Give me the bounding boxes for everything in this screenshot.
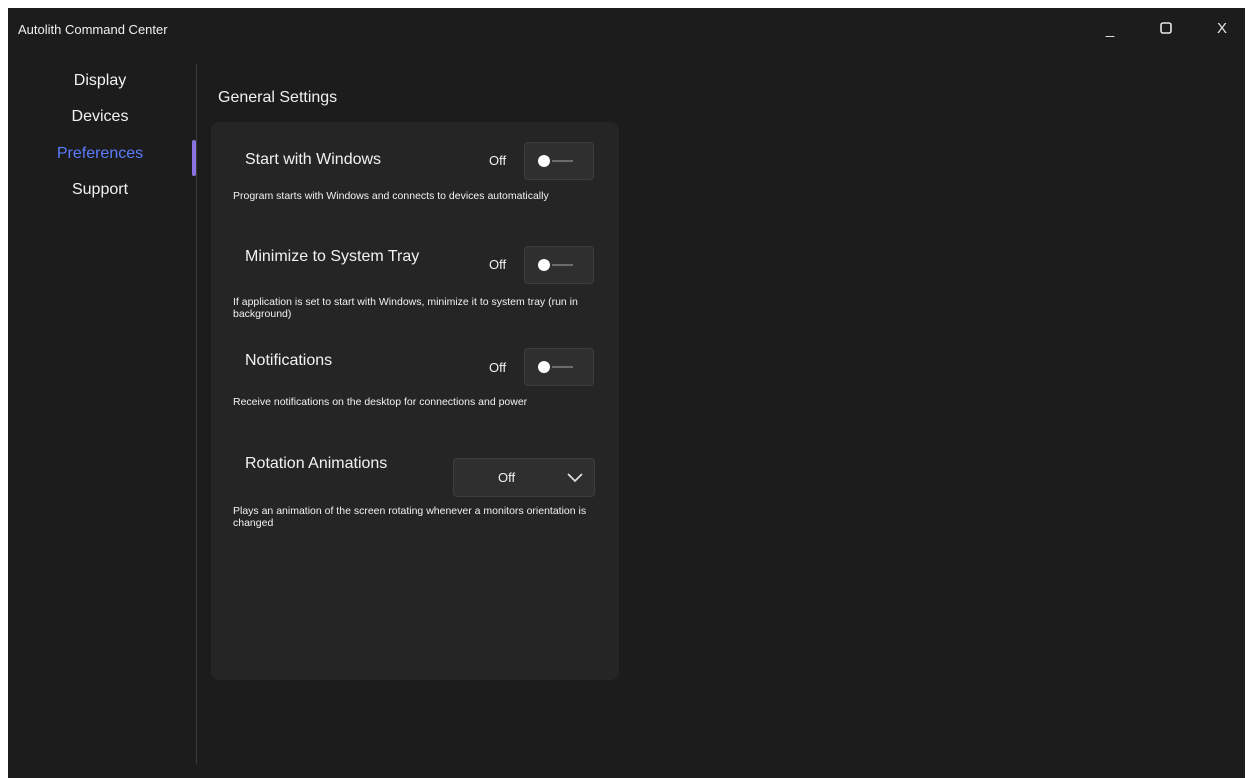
setting-name-start-with-windows: Start with Windows — [245, 151, 382, 168]
chevron-down-icon — [567, 473, 583, 483]
sidebar-item-preferences[interactable]: Preferences — [8, 137, 192, 171]
toggle-track — [552, 160, 573, 162]
notifications-description: Receive notifications on the desktop for… — [233, 396, 528, 408]
close-button[interactable]: X — [1194, 8, 1250, 48]
active-nav-indicator — [192, 140, 196, 176]
close-icon: X — [1216, 19, 1227, 37]
minimize-to-tray-state: Off — [489, 257, 507, 272]
maximize-icon — [1160, 22, 1172, 34]
settings-panel: Start with Windows Off Program starts wi… — [211, 122, 619, 680]
app-window: Autolith Command Center _ X Display Devi… — [8, 8, 1245, 778]
toggle-knob — [538, 361, 550, 373]
notifications-state: Off — [489, 360, 507, 375]
sidebar-item-devices[interactable]: Devices — [8, 100, 192, 134]
toggle-knob — [538, 155, 550, 167]
app-title: Autolith Command Center — [18, 22, 168, 37]
start-with-windows-description: Program starts with Windows and connects… — [233, 190, 549, 202]
sidebar-item-display[interactable]: Display — [8, 64, 192, 98]
minimize-to-tray-description: If application is set to start with Wind… — [233, 296, 578, 320]
minimize-button[interactable]: _ — [1082, 8, 1138, 48]
maximize-button[interactable] — [1138, 8, 1194, 48]
setting-name-notifications: Notifications — [245, 352, 333, 369]
minimize-to-tray-toggle[interactable] — [524, 246, 594, 284]
title-bar: Autolith Command Center _ X — [8, 8, 1245, 48]
rotation-animations-dropdown[interactable]: Off — [453, 458, 595, 497]
toggle-track — [552, 264, 573, 266]
start-with-windows-toggle[interactable] — [524, 142, 594, 180]
toggle-track — [552, 366, 573, 368]
setting-name-minimize-to-tray: Minimize to System Tray — [245, 248, 420, 265]
rotation-animations-description: Plays an animation of the screen rotatin… — [233, 505, 587, 529]
notifications-toggle[interactable] — [524, 348, 594, 386]
sidebar: Display Devices Preferences Support — [8, 64, 197, 764]
section-title: General Settings — [218, 89, 338, 106]
sidebar-item-support[interactable]: Support — [8, 173, 192, 207]
toggle-knob — [538, 259, 550, 271]
minimize-icon: _ — [1105, 20, 1115, 38]
start-with-windows-state: Off — [489, 153, 507, 168]
setting-name-rotation-animations: Rotation Animations — [245, 455, 388, 472]
dropdown-value: Off — [498, 470, 516, 485]
